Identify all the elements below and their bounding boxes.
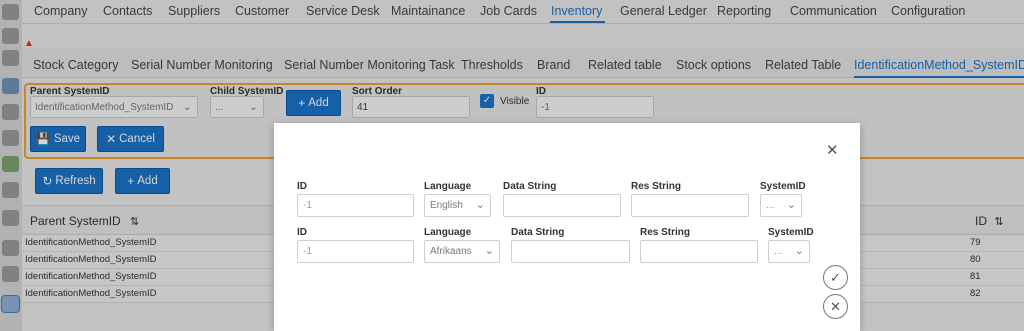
- modal-language-select[interactable]: English ⌄: [424, 194, 491, 217]
- translation-modal: ✕ ID -1 Language English ⌄ Data String R…: [274, 123, 860, 331]
- modal-res-string-label: Res String: [640, 227, 691, 238]
- modal-id-label: ID: [297, 227, 307, 238]
- modal-id-input[interactable]: -1: [297, 194, 414, 217]
- close-icon[interactable]: ✕: [826, 141, 839, 159]
- confirm-check-icon[interactable]: ✓: [823, 265, 848, 290]
- chevron-down-icon: ⌄: [794, 245, 804, 257]
- modal-systemid-label: SystemID: [768, 227, 814, 238]
- modal-data-string-input[interactable]: [511, 240, 630, 263]
- chevron-down-icon: ⌄: [484, 245, 494, 257]
- modal-language-select[interactable]: Afrikaans ⌄: [424, 240, 500, 263]
- modal-systemid-select[interactable]: ... ⌄: [768, 240, 810, 263]
- modal-data-string-label: Data String: [511, 227, 565, 238]
- modal-data-string-input[interactable]: [503, 194, 621, 217]
- chevron-down-icon: ⌄: [786, 199, 796, 211]
- modal-systemid-select[interactable]: ... ⌄: [760, 194, 802, 217]
- chevron-down-icon: ⌄: [475, 199, 485, 211]
- modal-res-string-input[interactable]: [631, 194, 749, 217]
- modal-language-label: Language: [424, 181, 472, 192]
- modal-res-string-input[interactable]: [640, 240, 758, 263]
- modal-systemid-label: SystemID: [760, 181, 806, 192]
- modal-data-string-label: Data String: [503, 181, 557, 192]
- modal-id-label: ID: [297, 181, 307, 192]
- modal-id-input[interactable]: -1: [297, 240, 414, 263]
- modal-language-label: Language: [424, 227, 472, 238]
- cancel-circle-icon[interactable]: ✕: [823, 294, 848, 319]
- modal-res-string-label: Res String: [631, 181, 682, 192]
